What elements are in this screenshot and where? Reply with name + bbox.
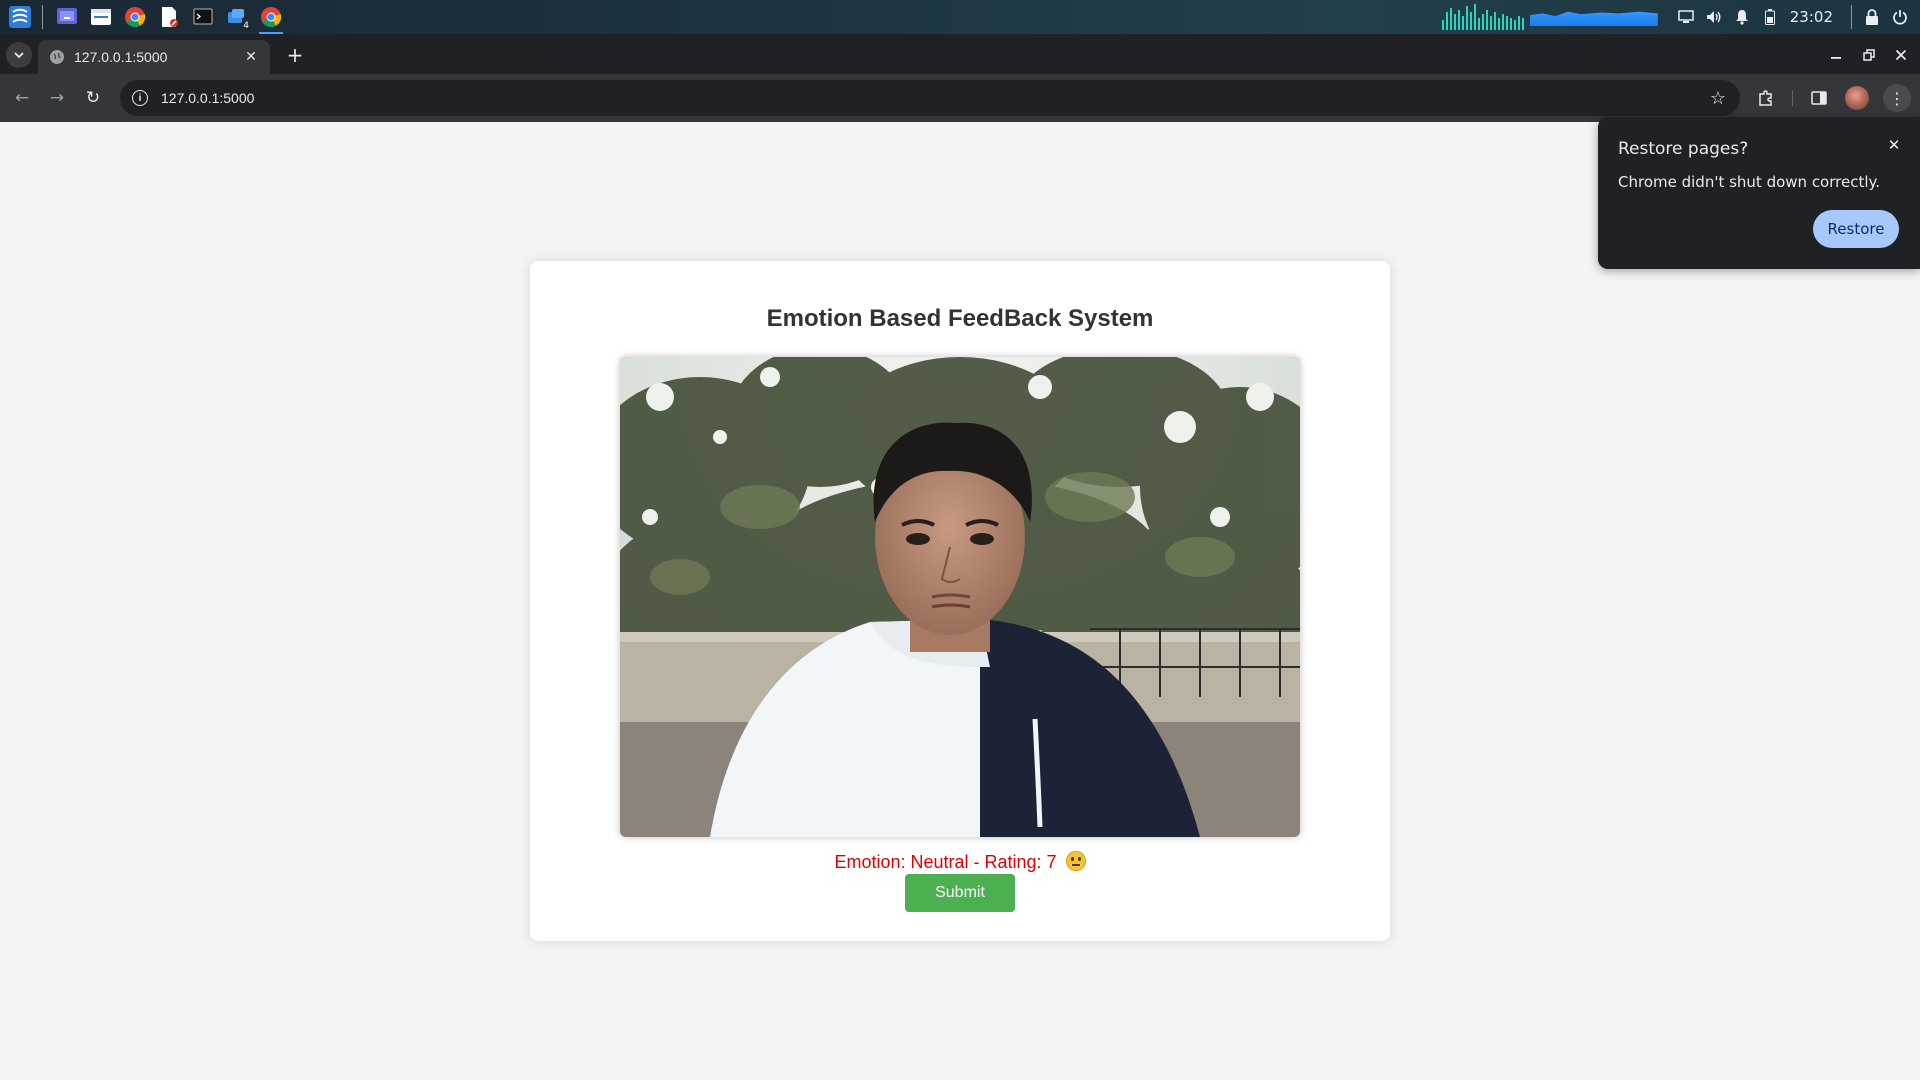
toolbar-divider xyxy=(1792,90,1793,106)
chrome-icon[interactable] xyxy=(121,3,149,31)
file-manager-icon[interactable] xyxy=(87,3,115,31)
terminal-icon[interactable] xyxy=(189,3,217,31)
app-launcher-icon[interactable] xyxy=(6,3,34,31)
os-taskbar: 4 23:02 xyxy=(0,0,1920,34)
back-button[interactable]: ← xyxy=(8,84,36,112)
close-icon xyxy=(1895,49,1907,61)
visualizer-bar xyxy=(1517,16,1520,30)
minimize-button[interactable] xyxy=(1823,42,1849,68)
audio-visualizer xyxy=(1441,4,1524,30)
side-panel-icon xyxy=(1811,91,1827,105)
lock-icon[interactable] xyxy=(1858,0,1886,34)
visualizer-bar xyxy=(1489,16,1492,30)
visualizer-bar xyxy=(1513,20,1516,30)
visualizer-bar xyxy=(1469,12,1472,30)
popup-message: Chrome didn't shut down correctly. xyxy=(1618,173,1881,191)
screen-icon[interactable] xyxy=(1672,0,1700,34)
side-panel-button[interactable] xyxy=(1805,84,1833,112)
browser-toolbar: ← → ↻ i 127.0.0.1:5000 ☆ ⋮ xyxy=(0,74,1920,122)
emotion-rating-text: Emotion: Neutral - Rating: 7 xyxy=(530,851,1390,873)
webcam-frame-image xyxy=(620,357,1300,837)
volume-icon[interactable] xyxy=(1700,0,1728,34)
webcam-feed xyxy=(620,357,1300,837)
restore-button[interactable]: Restore xyxy=(1813,210,1899,248)
chrome-active-icon[interactable] xyxy=(257,3,285,34)
bookmark-star-icon[interactable]: ☆ xyxy=(1710,88,1726,109)
visualizer-bar xyxy=(1485,10,1488,30)
taskbar-separator xyxy=(42,5,43,29)
visualizer-bar xyxy=(1477,18,1480,30)
visualizer-bar xyxy=(1505,16,1508,30)
chrome-menu-button[interactable]: ⋮ xyxy=(1883,84,1911,112)
visualizer-bar xyxy=(1465,6,1468,30)
visualizer-bar xyxy=(1481,14,1484,30)
popup-title: Restore pages? xyxy=(1618,139,1749,159)
visualizer-bar xyxy=(1473,4,1476,30)
system-tray: 23:02 xyxy=(1441,0,1920,34)
globe-icon xyxy=(50,50,64,64)
power-icon[interactable] xyxy=(1886,0,1914,34)
submit-button[interactable]: Submit xyxy=(905,874,1015,912)
feedback-card: Emotion Based FeedBack System Emotion: N… xyxy=(530,261,1390,941)
bell-icon[interactable] xyxy=(1728,0,1756,34)
visualizer-bar xyxy=(1441,20,1444,30)
tab-close-icon[interactable]: ✕ xyxy=(242,48,260,66)
visualizer-bar xyxy=(1449,8,1452,30)
battery-icon[interactable] xyxy=(1756,0,1784,34)
restore-window-button[interactable] xyxy=(1856,42,1882,68)
visualizer-bar xyxy=(1521,18,1524,30)
clock[interactable]: 23:02 xyxy=(1790,8,1833,26)
window-group-icon[interactable]: 4 xyxy=(223,3,251,31)
window-count-badge: 4 xyxy=(241,21,251,31)
forward-button[interactable]: → xyxy=(43,84,71,112)
browser-tab-strip: 127.0.0.1:5000 ✕ + xyxy=(0,34,1920,74)
address-bar[interactable]: i 127.0.0.1:5000 ☆ xyxy=(120,80,1740,116)
page-title: Emotion Based FeedBack System xyxy=(766,305,1154,332)
close-window-button[interactable] xyxy=(1888,42,1914,68)
visualizer-bar xyxy=(1497,18,1500,30)
tray-separator xyxy=(1851,5,1852,29)
visualizer-bar xyxy=(1445,12,1448,30)
visualizer-bar xyxy=(1453,14,1456,30)
restore-pages-popup: Restore pages? ✕ Chrome didn't shut down… xyxy=(1598,117,1920,269)
visualizer-bar xyxy=(1461,16,1464,30)
minimize-icon xyxy=(1831,57,1841,59)
chevron-down-icon xyxy=(14,52,24,59)
reload-button[interactable]: ↻ xyxy=(79,84,107,112)
document-viewer-icon[interactable] xyxy=(155,3,183,31)
network-graph xyxy=(1529,11,1658,26)
popup-close-icon[interactable]: ✕ xyxy=(1884,135,1904,155)
profile-avatar[interactable] xyxy=(1845,86,1869,110)
emotion-label: Emotion: Neutral - Rating: 7 xyxy=(834,852,1057,872)
tab-title: 127.0.0.1:5000 xyxy=(74,49,168,65)
visualizer-bar xyxy=(1493,12,1496,30)
extensions-button[interactable] xyxy=(1752,84,1780,112)
restore-window-icon xyxy=(1863,49,1875,61)
browser-tab[interactable]: 127.0.0.1:5000 ✕ xyxy=(38,40,270,74)
visualizer-bar xyxy=(1501,14,1504,30)
puzzle-icon xyxy=(1759,90,1772,106)
address-url[interactable]: 127.0.0.1:5000 xyxy=(161,90,254,106)
desktop-icon[interactable] xyxy=(53,3,81,31)
tab-search-button[interactable] xyxy=(6,42,32,68)
visualizer-bar xyxy=(1509,18,1512,30)
site-info-icon[interactable]: i xyxy=(132,90,148,106)
visualizer-bar xyxy=(1457,10,1460,30)
neutral-face-icon xyxy=(1065,851,1086,871)
new-tab-button[interactable]: + xyxy=(282,42,308,68)
